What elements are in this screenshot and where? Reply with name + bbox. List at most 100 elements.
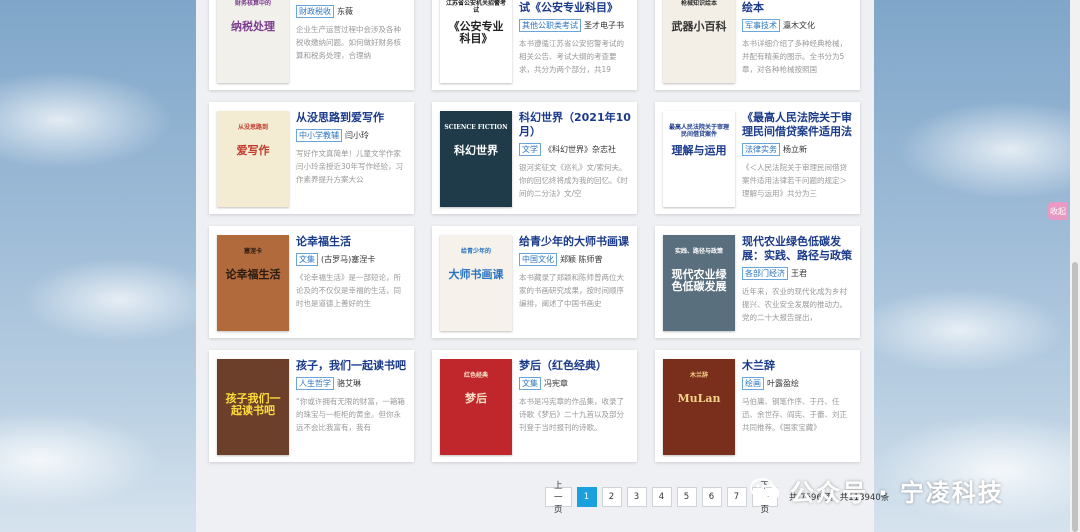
book-author: 郑颖 陈师曾	[560, 255, 603, 264]
book-title[interactable]: 给青少年的大师书画课	[519, 235, 631, 249]
book-title[interactable]: 财务核算中的纳税处理	[296, 0, 408, 1]
book-description: 写好作文真简单！儿童文学作家闫小玲亲授近30年写作经验，习作素养提升方案大公	[296, 149, 404, 184]
category-tag[interactable]: 其他公职类考试	[519, 19, 581, 32]
book-cover[interactable]: 财务核算中的 纳税处理	[217, 0, 289, 83]
book-description: “你或许拥有无限的财富，一箱箱的珠宝与一柜柜的黄金。但你永远不会比我富有，我有	[296, 397, 405, 432]
cover-subtitle: 塞涅卡	[243, 248, 262, 255]
book-author: 圣才电子书	[584, 21, 624, 30]
cover-subtitle: 给青少年的	[460, 248, 491, 255]
cover-title: 科幻世界	[454, 144, 498, 157]
book-cover[interactable]: 木兰辞 MuLan	[663, 359, 735, 455]
book-description: 本书遵循江苏省公安招警考试的相关公告、考试大纲的考查要求，共分为两个部分，共19	[519, 39, 624, 74]
category-tag[interactable]: 各部门经济	[742, 267, 788, 280]
cover-subtitle: 最高人民法院关于审理民间借贷案件	[668, 124, 729, 138]
page-scrollbar[interactable]	[1070, 0, 1080, 532]
book-description: 马伯庸、钢笔作序、于丹、任迅、余世存、阎宪、于蕾、刘正共同推荐。《国家宝藏》	[742, 397, 847, 432]
category-tag[interactable]: 文集	[296, 253, 318, 266]
book-description: 《＜人民法院关于审理民间借贷案件适用法律若干问题的规定＞理解与运用》共分为三	[742, 163, 847, 198]
book-cover[interactable]: 枪械知识绘本武器小百科	[663, 0, 735, 83]
book-cover[interactable]: 江苏省公安机关招警考试《公安专业科目》	[440, 0, 512, 83]
category-tag[interactable]: 财政税收	[296, 5, 334, 18]
book-cover[interactable]: 最高人民法院关于审理民间借贷案件 理解与运用	[663, 111, 735, 207]
cover-title: 武器小百科	[671, 20, 727, 33]
book-description: 本书详细介绍了多种经典枪械，并配有精美的图示。全书分为5章，对各种枪械按照国	[742, 39, 847, 74]
book-author: (古罗马)塞涅卡	[321, 255, 376, 264]
book-card[interactable]: 塞涅卡 论幸福生活 论幸福生活 文集 (古罗马)塞涅卡 《论幸福生活》是一部短论，所论及的…	[209, 226, 414, 338]
page-number-button[interactable]: 7	[726, 487, 747, 507]
watermark-text: 公众号 · 宁凌科技	[790, 478, 1004, 507]
cover-title: 现代农业绿色低碳发展	[671, 268, 727, 294]
book-cover[interactable]: 孩子我们一起读书吧	[217, 359, 289, 455]
book-cover[interactable]: 红色经典 梦后	[440, 359, 512, 455]
book-cover[interactable]: 给青少年的 大师书画课	[440, 235, 512, 331]
book-card[interactable]: 实践、路径与政策现代农业绿色低碳发展 现代农业绿色低碳发展：实践、路径与政策各部门…	[655, 226, 860, 338]
book-title[interactable]: 江苏省公安机关招警考试《公安专业科目》	[519, 0, 631, 15]
book-author: 杨立新	[783, 145, 807, 154]
page-number-button[interactable]: 2	[601, 487, 622, 507]
book-cover[interactable]: SCIENCE FICTION 科幻世界	[440, 111, 512, 207]
book-title[interactable]: 武器小百科：枪械知识绘本	[742, 0, 854, 15]
book-author: 瀛木文化	[783, 21, 815, 30]
book-card[interactable]: 江苏省公安机关招警考试《公安专业科目》江苏省公安机关招警考试《公安专业科目》其他…	[432, 0, 637, 90]
book-title[interactable]: 科幻世界（2021年10月）	[519, 111, 631, 139]
page-number-button[interactable]: 1	[576, 487, 597, 507]
cover-subtitle: 木兰辞	[689, 372, 708, 379]
book-author: 闫小玲	[345, 131, 369, 140]
page-number-button[interactable]: 4	[651, 487, 672, 507]
wechat-icon	[750, 478, 779, 502]
cover-title: 论幸福生活	[225, 268, 281, 281]
category-tag[interactable]: 中小学教辅	[296, 129, 342, 142]
book-title[interactable]: 《最高人民法院关于审理民间借贷案件适用法律若干问题的规定》理解与运用	[742, 111, 854, 139]
book-description: 企业生产运营过程中会涉及各种税收缴纳问题。如何做好财务核算和税务处理，合理纳	[296, 25, 401, 60]
category-tag[interactable]: 文学	[519, 143, 541, 156]
cover-subtitle: 实践、路径与政策	[674, 248, 723, 255]
prev-page-button[interactable]: 上一页	[545, 481, 572, 515]
book-description: 银河奖征文《巡礼》文/索何夫。你的回忆终将成为我的回忆。《时间的二分法》文/空	[519, 163, 628, 198]
category-tag[interactable]: 人生哲学	[296, 377, 334, 390]
book-card[interactable]: 孩子我们一起读书吧 孩子，我们一起读书吧 人生哲学 骆艾琳 “你或许拥有无限的财富，一箱…	[209, 350, 414, 462]
cover-title: 《公安专业科目》	[448, 20, 504, 46]
book-card[interactable]: 给青少年的 大师书画课 给青少年的大师书画课 中国文化 郑颖 陈师曾本书藏录了郑颖和陈师…	[432, 226, 637, 338]
book-author: 王君	[791, 269, 807, 278]
book-description: 本书藏录了郑颖和陈师曾两位大家的书画研究成果，按时间顺序编排，阐述了中国书画史	[519, 273, 624, 308]
book-title[interactable]: 从没思路到爱写作	[296, 111, 408, 125]
book-title[interactable]: 孩子，我们一起读书吧	[296, 359, 408, 373]
book-card[interactable]: 财务核算中的纳税处理财务核算中的纳税处理财政税收东薇企业生产运营过程中会涉及各种…	[209, 0, 414, 90]
book-title[interactable]: 现代农业绿色低碳发展：实践、路径与政策	[742, 235, 854, 263]
book-title[interactable]: 木兰辞	[742, 359, 854, 373]
book-author: 骆艾琳	[337, 379, 361, 388]
category-tag[interactable]: 文集	[519, 377, 541, 390]
cover-subtitle: 江苏省公安机关招警考试	[445, 0, 506, 14]
cover-title: 理解与运用	[671, 144, 727, 157]
side-float-tab[interactable]: 收起	[1048, 202, 1068, 220]
cover-title: 孩子我们一起读书吧	[225, 392, 281, 418]
book-cover[interactable]: 实践、路径与政策现代农业绿色低碳发展	[663, 235, 735, 331]
book-cover[interactable]: 从没思路到 爱写作	[217, 111, 289, 207]
book-title[interactable]: 论幸福生活	[296, 235, 408, 249]
cover-title: 梦后	[465, 392, 487, 405]
category-tag[interactable]: 军事技术	[742, 19, 780, 32]
book-card[interactable]: 红色经典 梦后 梦后（红色经典） 文集 冯宪章本书是冯宪章的作品集，收录了诗歌《梦后》二…	[432, 350, 637, 462]
book-card[interactable]: 最高人民法院关于审理民间借贷案件 理解与运用 《最高人民法院关于审理民间借贷案件适用…	[655, 102, 860, 214]
book-author: 东薇	[337, 7, 353, 16]
page-number-button[interactable]: 5	[676, 487, 697, 507]
book-author: 冯宪章	[544, 379, 568, 388]
page-number-button[interactable]: 3	[626, 487, 647, 507]
page-number-button[interactable]: 6	[701, 487, 722, 507]
book-author: 《科幻世界》杂志社	[544, 145, 616, 154]
book-card[interactable]: SCIENCE FICTION 科幻世界 科幻世界（2021年10月） 文学 《科幻世界…	[432, 102, 637, 214]
scrollbar-thumb[interactable]	[1072, 262, 1078, 532]
book-card[interactable]: 枪械知识绘本武器小百科武器小百科：枪械知识绘本军事技术瀛木文化本书详细介绍了多种…	[655, 0, 860, 90]
category-tag[interactable]: 法律实务	[742, 143, 780, 156]
book-title[interactable]: 梦后（红色经典）	[519, 359, 631, 373]
book-cover[interactable]: 塞涅卡 论幸福生活	[217, 235, 289, 331]
cover-subtitle: 枪械知识绘本	[680, 0, 717, 7]
book-card[interactable]: 木兰辞 MuLan 木兰辞 绘画 叶露盈绘 马伯庸、钢笔作序、于丹、任迅、余世存、阎宪、于…	[655, 350, 860, 462]
book-card[interactable]: 从没思路到 爱写作 从没思路到爱写作 中小学教辅 闫小玲写好作文真简单！儿童文学作家闫小…	[209, 102, 414, 214]
book-description: 本书是冯宪章的作品集，收录了诗歌《梦后》二十九首以及部分刊登于当时报刊的诗歌。	[519, 397, 624, 432]
category-tag[interactable]: 绘画	[742, 377, 764, 390]
book-description: 《论幸福生活》是一部短论，所论及的不仅仅是幸福的生活，同时也是道德上善好的生	[296, 273, 401, 308]
book-author: 叶露盈绘	[767, 379, 799, 388]
cover-title: 爱写作	[236, 144, 270, 157]
category-tag[interactable]: 中国文化	[519, 253, 557, 266]
